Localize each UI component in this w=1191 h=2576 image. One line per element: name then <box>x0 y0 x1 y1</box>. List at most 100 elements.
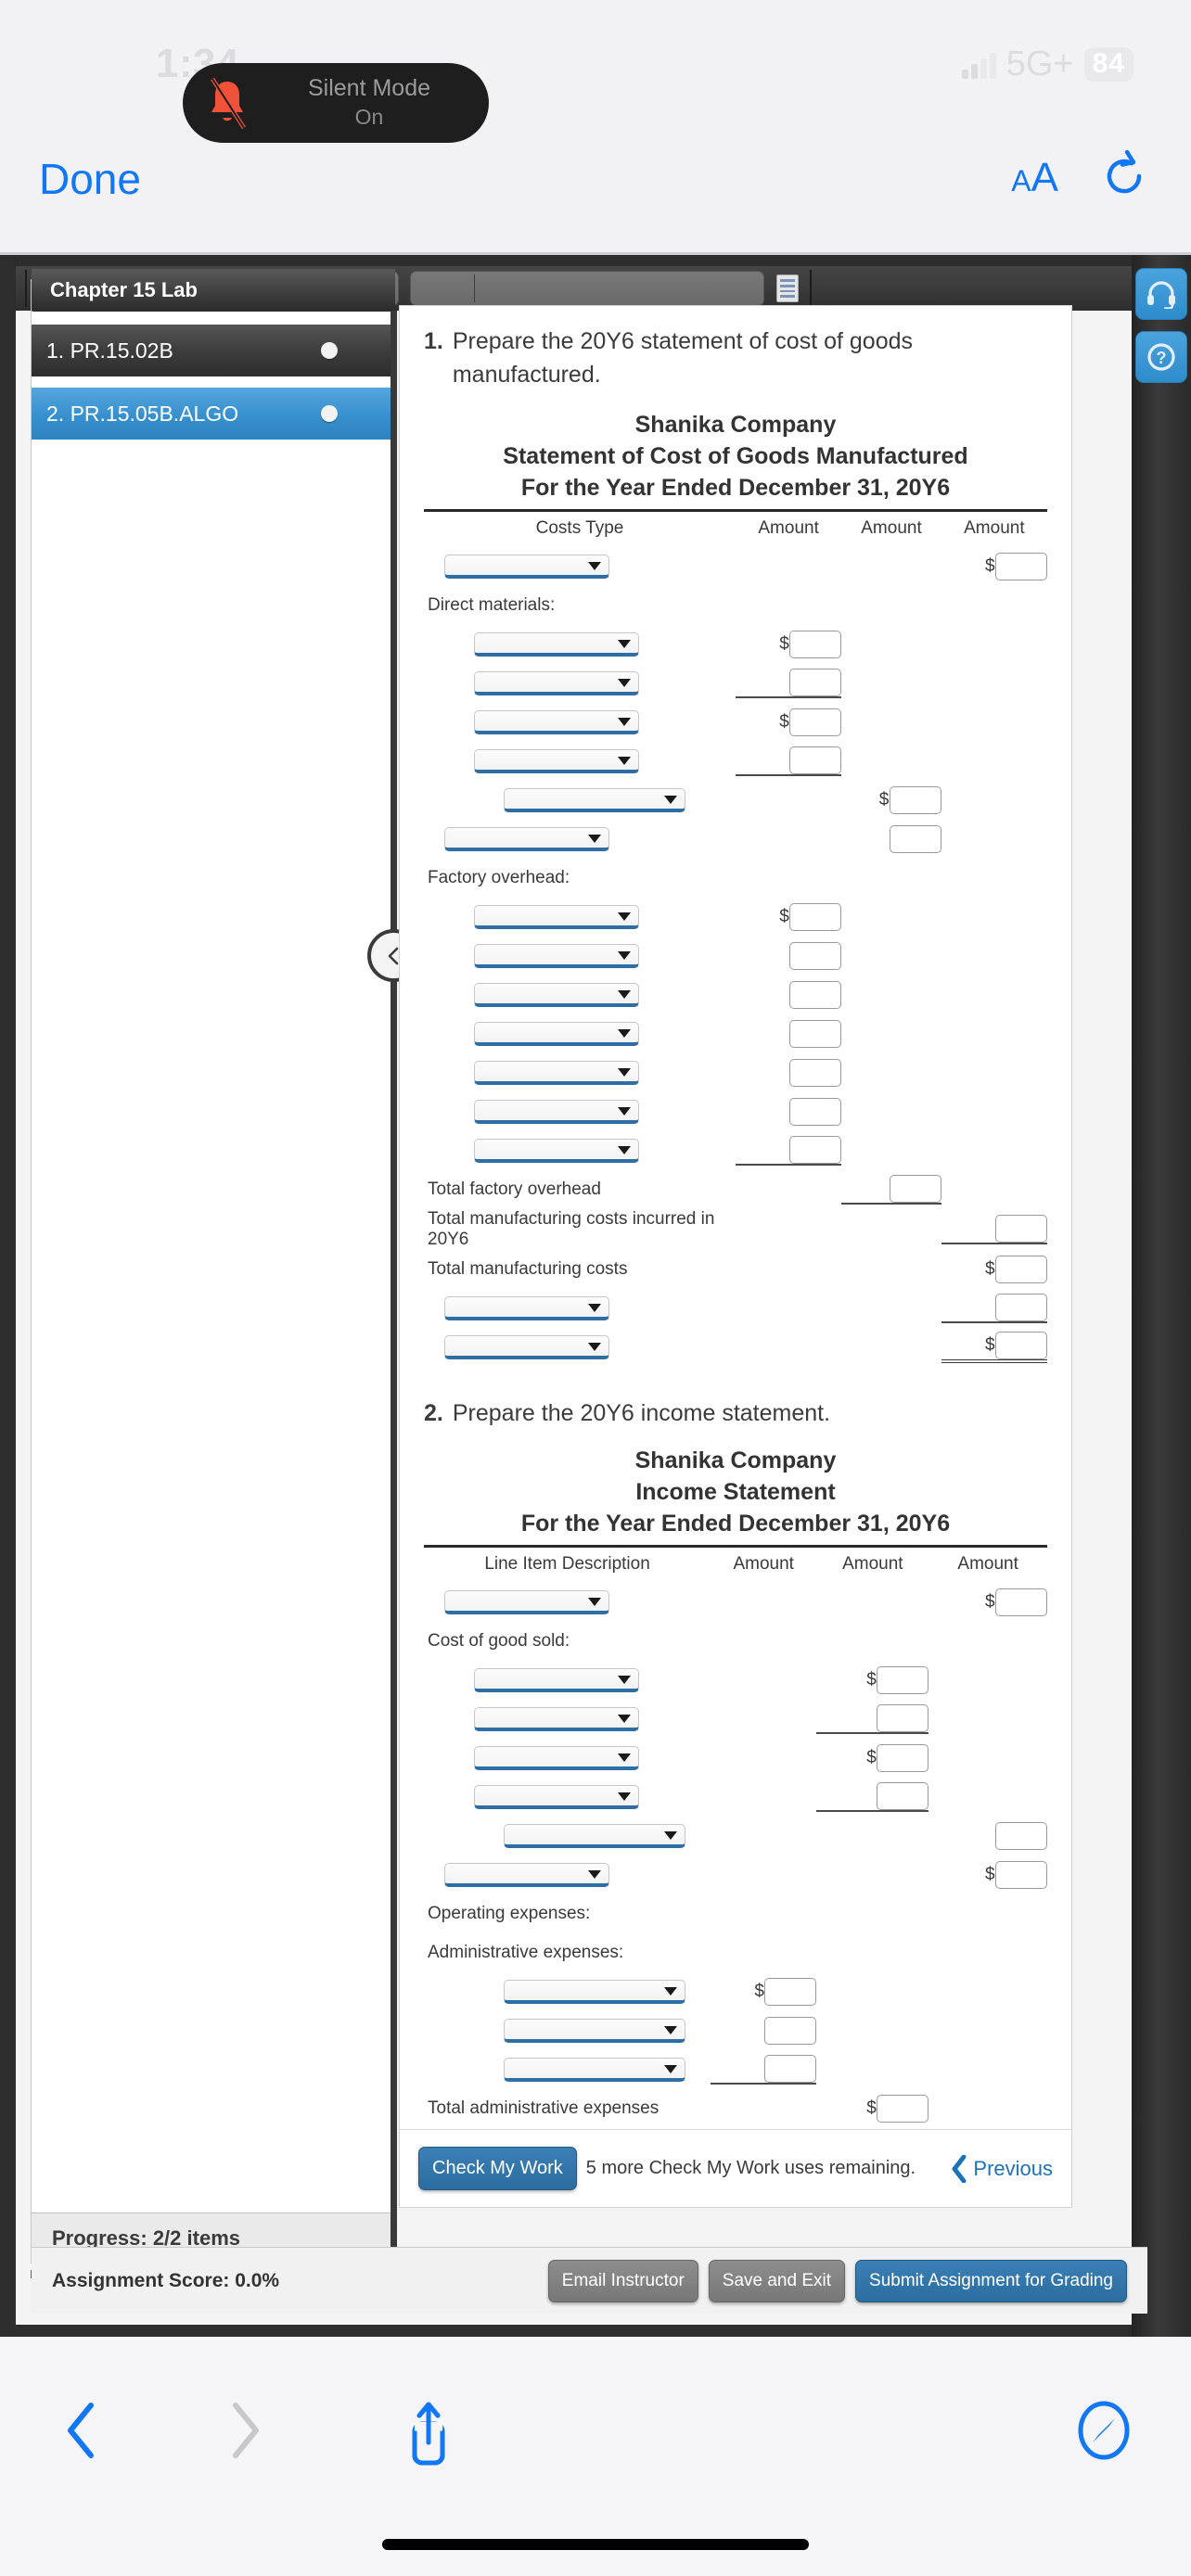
amount-input[interactable] <box>789 1135 842 1164</box>
line-item-select[interactable] <box>474 1060 639 1085</box>
back-button[interactable] <box>58 2398 106 2468</box>
sidebar-item-pr1502b[interactable]: 1. PR.15.02B <box>32 325 395 376</box>
table-row: $ <box>424 703 1047 742</box>
table-row: $ <box>424 820 1047 859</box>
line-item-select[interactable] <box>474 982 639 1007</box>
help-button[interactable]: ? <box>1135 331 1187 383</box>
question-1-text: Prepare the 20Y6 statement of cost of go… <box>452 328 914 389</box>
amount-input[interactable] <box>789 1019 842 1048</box>
support-button[interactable] <box>1135 268 1187 320</box>
sidebar-item-label: 1. PR.15.02B <box>46 338 173 363</box>
line-item-select[interactable] <box>444 554 609 579</box>
done-button[interactable]: Done <box>39 154 141 204</box>
dollar-sign: $ <box>985 1591 995 1612</box>
amount-input[interactable] <box>995 1255 1047 1283</box>
line-item-select[interactable] <box>474 631 639 657</box>
table-row: Total manufacturing costs incurred in 20… <box>424 1209 1047 1250</box>
amount-input[interactable] <box>789 902 842 931</box>
line-item-select[interactable] <box>474 748 639 773</box>
amount-input[interactable] <box>764 1977 817 2006</box>
amount-input[interactable] <box>877 1743 929 1772</box>
amount-input[interactable] <box>789 941 842 970</box>
amount-input[interactable] <box>995 1860 1047 1889</box>
stmt2-col-amount-3: Amount <box>957 1553 1018 1574</box>
stmt2-header-row: Line Item Description Amount Amount Amou… <box>424 1548 1047 1583</box>
dollar-sign: $ <box>985 1864 995 1884</box>
line-item-select[interactable] <box>504 787 685 812</box>
line-item-select[interactable] <box>444 826 609 851</box>
amount-input[interactable] <box>995 1821 1047 1850</box>
amount-input[interactable] <box>889 824 941 853</box>
chevron-right-icon <box>233 2403 259 2458</box>
sidebar-item-pr1505balgo[interactable]: 2. PR.15.05B.ALGO <box>32 388 395 440</box>
stmt2-name: Income Statement <box>635 1478 836 1505</box>
line-item-select[interactable] <box>474 1021 639 1046</box>
line-item-select[interactable] <box>474 1706 639 1731</box>
line-item-select[interactable] <box>474 1784 639 1809</box>
email-instructor-button[interactable]: Email Instructor <box>547 2259 698 2302</box>
line-item-select[interactable] <box>504 2018 685 2043</box>
label-direct-materials: Direct materials: <box>428 594 556 615</box>
amount-input[interactable] <box>889 785 941 814</box>
line-item-select[interactable] <box>474 670 639 695</box>
reload-icon[interactable] <box>1098 148 1150 204</box>
share-button[interactable] <box>401 2398 456 2473</box>
document-list-icon[interactable] <box>776 274 799 302</box>
line-item-select[interactable] <box>474 709 639 734</box>
line-item-select[interactable] <box>474 1099 639 1124</box>
amount-input[interactable] <box>877 2094 929 2123</box>
amount-input[interactable] <box>889 1174 941 1203</box>
table-row: $ <box>424 1700 1047 1739</box>
amount-input[interactable] <box>877 1781 929 1810</box>
submit-assignment-button[interactable]: Submit Assignment for Grading <box>855 2259 1127 2302</box>
line-item-select[interactable] <box>474 1745 639 1770</box>
line-item-select[interactable] <box>474 1667 639 1692</box>
toolbar-group-right[interactable] <box>410 271 764 306</box>
amount-input[interactable] <box>764 2016 817 2045</box>
line-item-select[interactable] <box>444 1589 609 1614</box>
label-total-factory-overhead: Total factory overhead <box>428 1179 601 1199</box>
table-row: $ <box>424 1092 1047 1131</box>
table-row: $ <box>424 976 1047 1014</box>
stmt1-header-row: Costs Type Amount Amount Amount <box>424 512 1047 547</box>
amount-input[interactable] <box>995 1588 1047 1616</box>
amount-input[interactable] <box>789 708 842 736</box>
label-cogs: Cost of good sold: <box>428 1630 570 1651</box>
previous-button[interactable]: Previous <box>951 2154 1053 2183</box>
amount-input[interactable] <box>789 746 842 774</box>
amount-input[interactable] <box>995 1331 1047 1359</box>
amount-input[interactable] <box>789 1097 842 1126</box>
amount-input[interactable] <box>995 1214 1047 1243</box>
check-my-work-bar: Check My Work 5 more Check My Work uses … <box>400 2129 1071 2207</box>
check-my-work-button[interactable]: Check My Work <box>418 2147 577 2190</box>
stmt1-col-amount-3: Amount <box>964 517 1025 538</box>
line-item-select[interactable] <box>504 1979 685 2004</box>
amount-input[interactable] <box>789 980 842 1009</box>
amount-input[interactable] <box>764 2054 817 2083</box>
amount-input[interactable] <box>877 1665 929 1694</box>
table-row: $ <box>424 547 1047 586</box>
line-item-select[interactable] <box>444 1334 609 1359</box>
line-item-select[interactable] <box>474 904 639 929</box>
forward-button[interactable] <box>221 2398 269 2468</box>
dollar-sign: $ <box>985 1258 995 1279</box>
amount-input[interactable] <box>995 1293 1047 1321</box>
line-item-select[interactable] <box>474 943 639 968</box>
save-and-exit-button[interactable]: Save and Exit <box>708 2259 846 2302</box>
text-size-button[interactable]: AA <box>1011 158 1058 198</box>
amount-input[interactable] <box>789 630 842 658</box>
table-row: $ <box>424 781 1047 820</box>
line-item-select[interactable] <box>504 2057 685 2082</box>
line-item-select[interactable] <box>444 1295 609 1320</box>
amount-input[interactable] <box>877 1703 929 1732</box>
amount-input[interactable] <box>789 1058 842 1087</box>
amount-input[interactable] <box>789 668 842 696</box>
table-row: $ <box>424 1778 1047 1817</box>
svg-text:?: ? <box>1157 349 1167 367</box>
line-item-select[interactable] <box>444 1862 609 1887</box>
tabs-button[interactable] <box>1074 2398 1133 2468</box>
line-item-select[interactable] <box>474 1138 639 1163</box>
line-item-select[interactable] <box>504 1823 685 1848</box>
amount-input[interactable] <box>995 552 1047 580</box>
content-scroll-area[interactable]: 1. Prepare the 20Y6 statement of cost of… <box>400 306 1071 2200</box>
